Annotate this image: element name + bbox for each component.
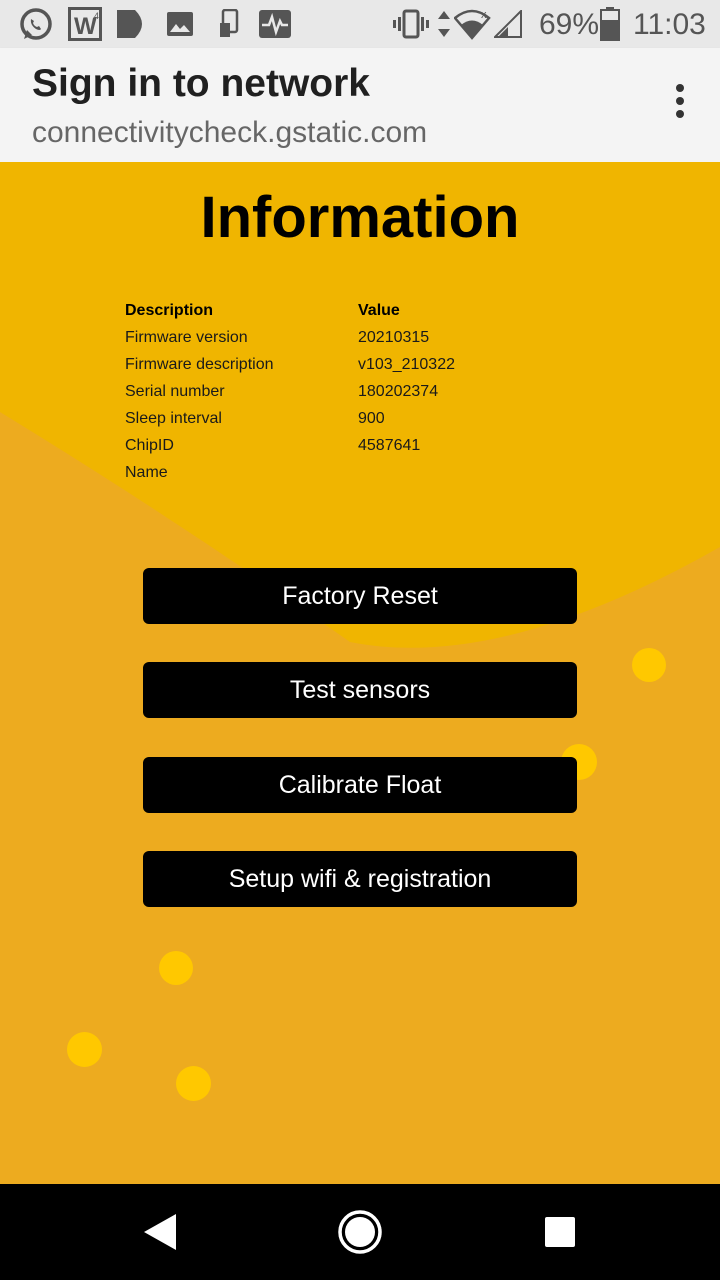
calibrate-float-button[interactable]: Calibrate Float <box>143 757 577 813</box>
battery-icon <box>600 7 620 41</box>
value-header: Value <box>358 302 400 319</box>
w-app-icon: W 4 <box>68 7 102 41</box>
decorative-dot <box>176 1066 211 1101</box>
setup-wifi-registration-button[interactable]: Setup wifi & registration <box>143 851 577 907</box>
row-description: Serial number <box>125 383 225 400</box>
table-row: ChipID 4587641 <box>125 437 545 464</box>
row-description: Firmware description <box>125 356 274 373</box>
row-value: v103_210322 <box>358 356 455 373</box>
row-value: 4587641 <box>358 437 421 454</box>
decorative-dot <box>632 648 666 682</box>
description-header: Description <box>125 302 214 319</box>
table-row: Sleep interval 900 <box>125 410 545 437</box>
play-store-icon <box>117 10 142 38</box>
row-value: 20210315 <box>358 329 430 346</box>
table-row: Firmware version 20210315 <box>125 329 545 356</box>
row-value: 180202374 <box>358 383 439 400</box>
row-description: Sleep interval <box>125 410 222 427</box>
home-icon[interactable] <box>337 1209 383 1255</box>
row-description: Firmware version <box>125 329 248 346</box>
signal-icon <box>494 10 522 38</box>
image-icon <box>167 12 193 36</box>
information-heading: Information <box>200 185 520 250</box>
info-table: Description Value Firmware version 20210… <box>125 302 545 491</box>
table-header: Description Value <box>125 302 545 329</box>
row-value: 900 <box>358 410 385 427</box>
back-icon[interactable] <box>142 1212 178 1252</box>
data-arrows-icon <box>438 11 450 37</box>
navigation-bar <box>0 1184 720 1280</box>
table-row: Name <box>125 464 545 491</box>
page-title-bar: Sign in to network <box>32 62 370 105</box>
recents-icon[interactable] <box>544 1216 576 1248</box>
wifi-icon: x <box>454 9 491 40</box>
url-text: connectivitycheck.gstatic.com <box>32 116 428 149</box>
clock: 11:03 <box>633 8 706 41</box>
table-row: Firmware description v103_210322 <box>125 356 545 383</box>
test-sensors-button[interactable]: Test sensors <box>143 662 577 718</box>
table-row: Serial number 180202374 <box>125 383 545 410</box>
row-description: ChipID <box>125 437 174 454</box>
svg-text:4: 4 <box>94 11 99 21</box>
row-description: Name <box>125 464 168 481</box>
battery-percent: 69% <box>539 8 600 41</box>
app-header: Sign in to network connectivitycheck.gst… <box>0 48 720 162</box>
decorative-dot <box>67 1032 102 1067</box>
vibrate-icon <box>393 9 429 39</box>
phone-sim-icon <box>220 9 239 37</box>
status-bar: W 4 x 69% 11:03 <box>0 0 720 48</box>
decorative-dot <box>159 951 193 985</box>
svg-text:x: x <box>481 9 487 21</box>
more-vert-icon[interactable] <box>670 84 690 124</box>
whatsapp-icon <box>20 8 52 40</box>
main-content: Information Description Value Firmware v… <box>0 162 720 1184</box>
factory-reset-button[interactable]: Factory Reset <box>143 568 577 624</box>
activity-icon <box>259 10 291 38</box>
